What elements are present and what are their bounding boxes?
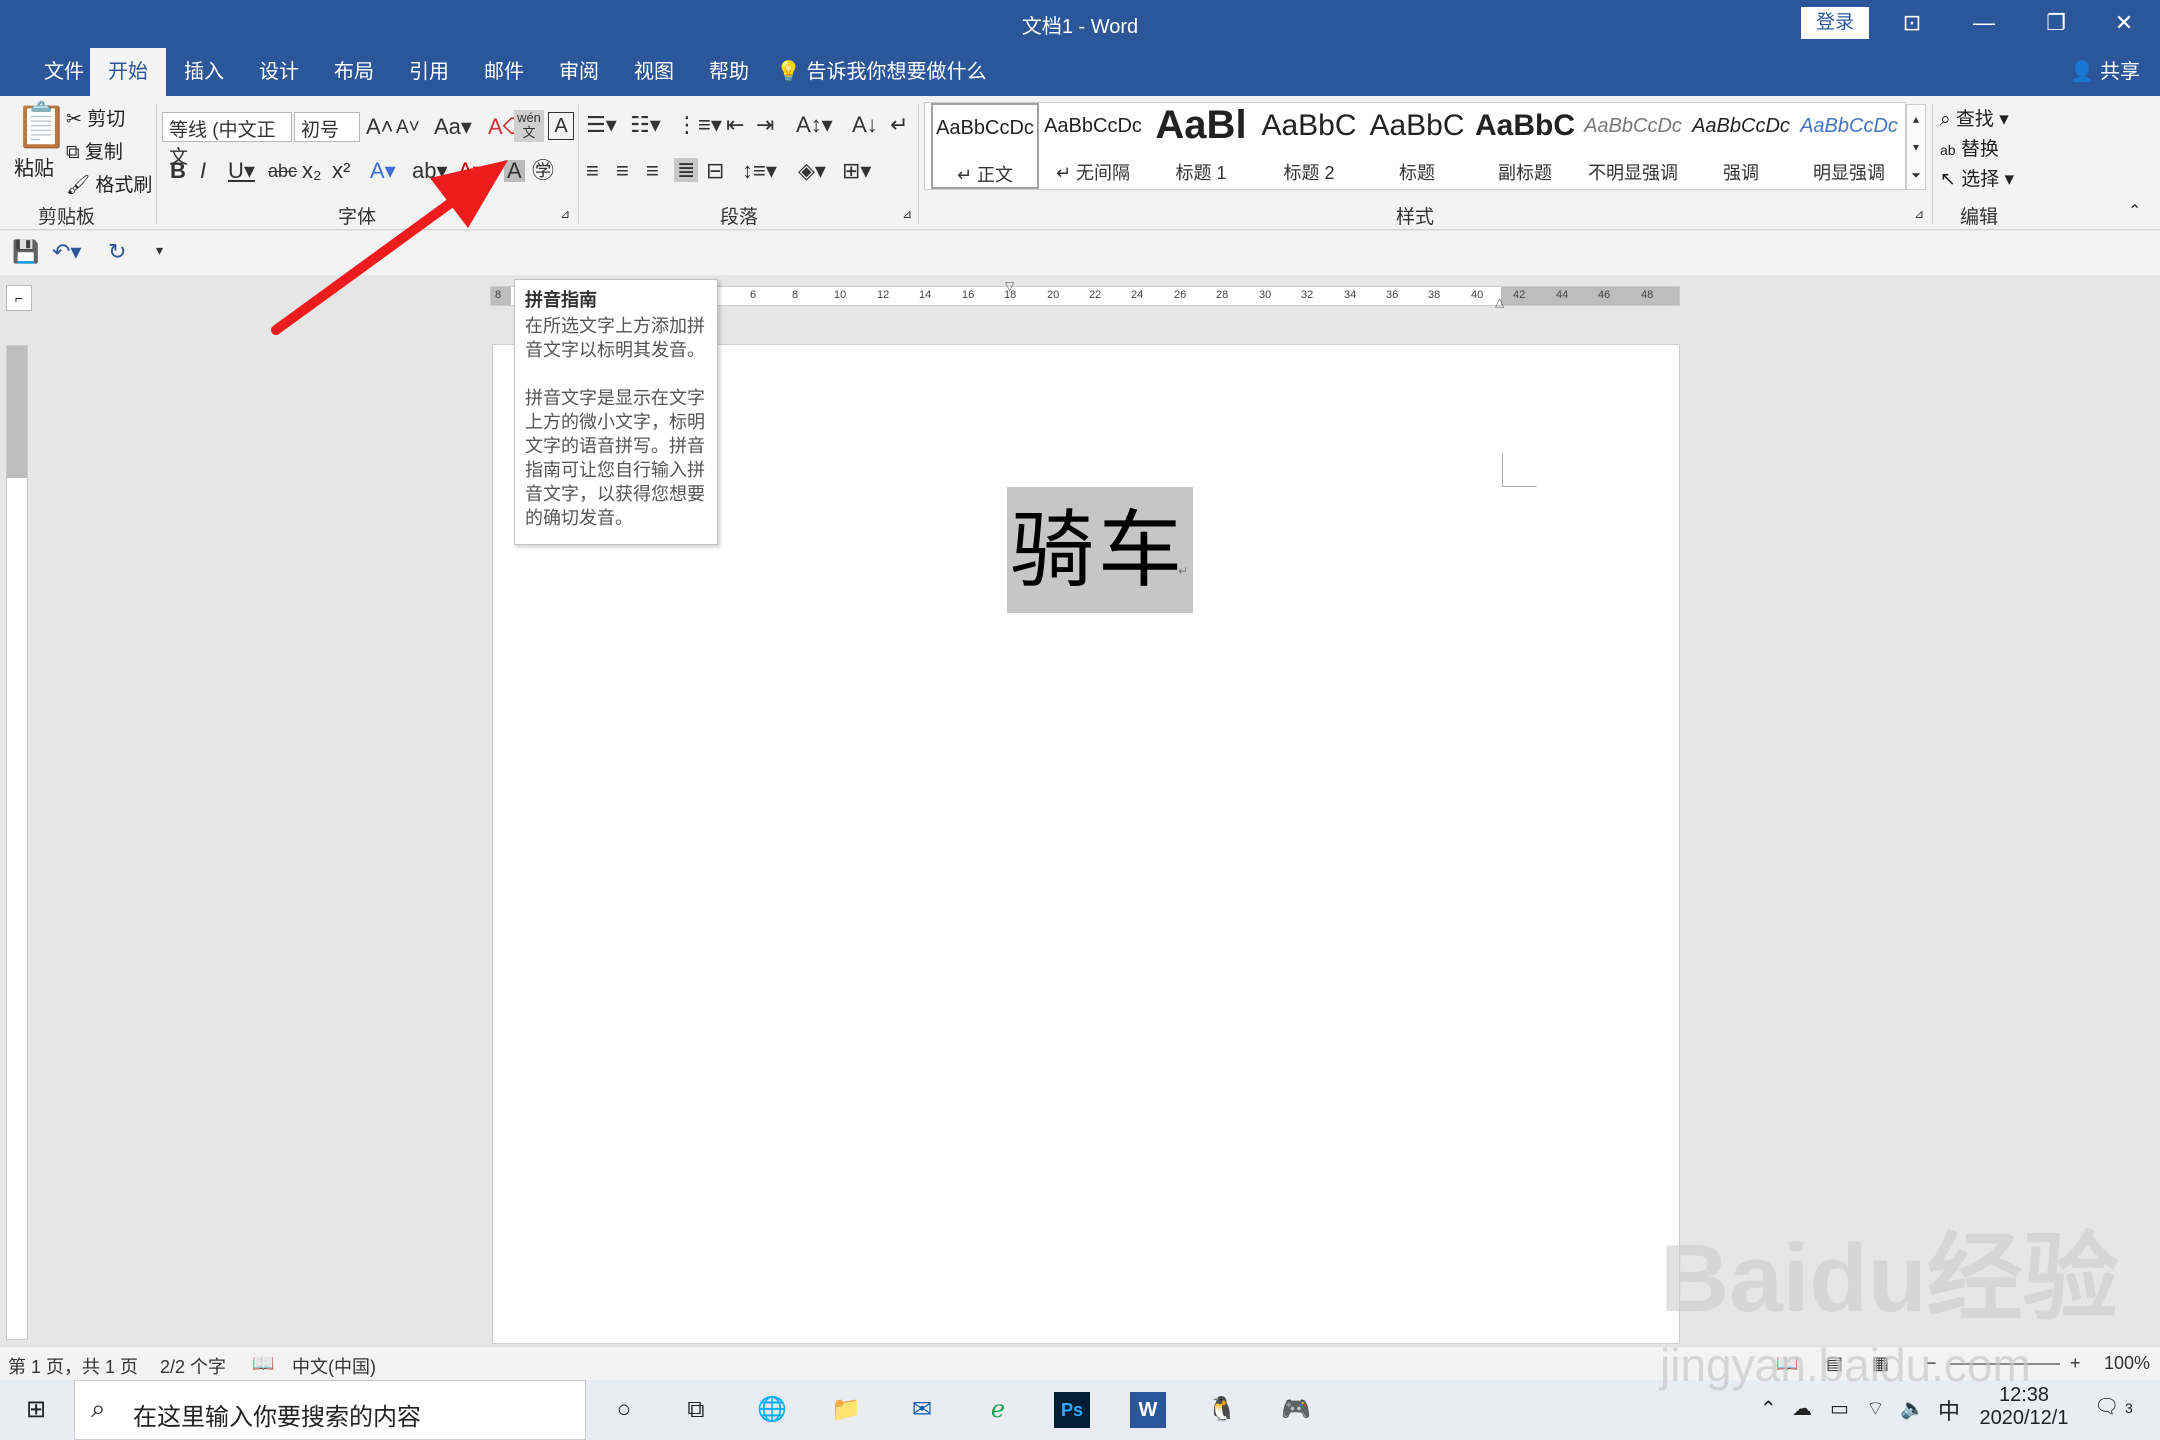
watermark-logo: Baidu经验 (1660, 1225, 2119, 1332)
taskbar-search-placeholder: 在这里输入你要搜索的内容 (133, 1404, 421, 1431)
taskbar-search-box[interactable]: ⌕ 在这里输入你要搜索的内容 (74, 1380, 586, 1440)
clock-date: 2020/12/1 (1979, 1407, 2069, 1429)
qq-icon[interactable]: 🐧 (1204, 1392, 1240, 1428)
mail-icon[interactable]: ✉ (904, 1392, 940, 1428)
windows-start-icon[interactable]: ⊞ (18, 1392, 54, 1428)
show-hidden-icons-icon[interactable]: ⌃ (1760, 1396, 1777, 1421)
word-app-icon[interactable]: W (1130, 1392, 1166, 1428)
edge-browser-icon[interactable]: 🌐 (754, 1392, 790, 1428)
notification-center-icon[interactable]: 🗨 3 (2094, 1394, 2133, 1419)
watermark-url: jingyan.baidu.com (1660, 1339, 2031, 1391)
battery-icon[interactable]: ▭ (1830, 1396, 1849, 1421)
volume-icon[interactable]: 🔈 (1900, 1396, 1925, 1421)
notification-count: 3 (2124, 1400, 2133, 1416)
language-indicator[interactable]: 中文(中国) (292, 1353, 376, 1379)
word-count[interactable]: 2/2 个字 (160, 1353, 226, 1379)
game-app-icon[interactable]: 🎮 (1278, 1392, 1314, 1428)
proofing-icon[interactable]: 📖 (252, 1353, 274, 1374)
zoom-level[interactable]: 100% (2104, 1353, 2150, 1374)
zoom-in-icon[interactable]: + (2070, 1353, 2081, 1374)
ie-browser-icon[interactable]: ℯ (980, 1392, 1016, 1428)
notification-icon: 🗨 (2094, 1396, 2120, 1418)
wifi-icon[interactable]: ⌔ (1866, 1396, 1885, 1421)
page-count[interactable]: 第 1 页，共 1 页 (8, 1353, 138, 1379)
ime-indicator[interactable]: 中 (1938, 1394, 1960, 1426)
task-view-icon[interactable]: ⧉ (678, 1392, 714, 1428)
onedrive-icon[interactable]: ☁ (1792, 1396, 1812, 1421)
file-explorer-icon[interactable]: 📁 (828, 1392, 864, 1428)
cortana-icon[interactable]: ○ (606, 1392, 642, 1428)
search-icon: ⌕ (91, 1393, 106, 1423)
photoshop-icon[interactable]: Ps (1054, 1392, 1090, 1428)
